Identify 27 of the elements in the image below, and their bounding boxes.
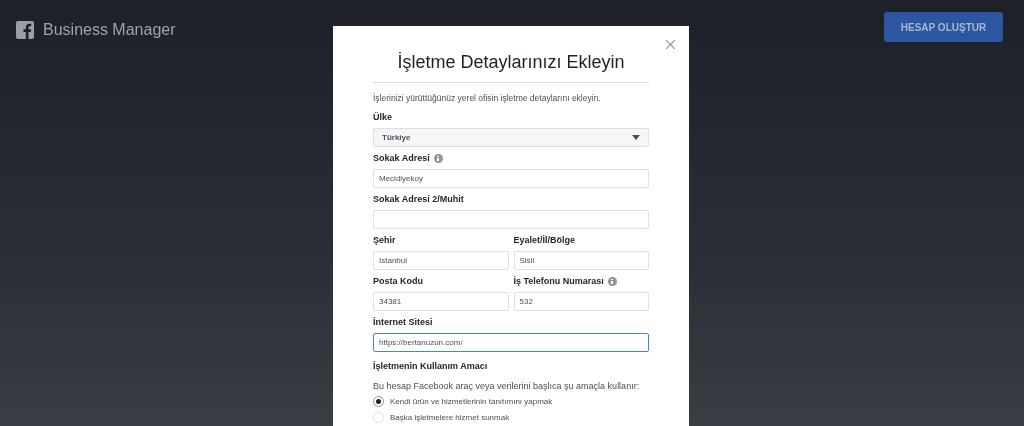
close-icon[interactable]: [666, 40, 675, 49]
country-select[interactable]: Türkiye: [373, 128, 649, 147]
input-field[interactable]: Istanbul: [373, 251, 509, 270]
field-label: İş Telefonu Numarası: [513, 274, 604, 288]
field-label: Eyalet/İl/Bölge: [513, 233, 576, 247]
input-field[interactable]: Sisli: [513, 251, 649, 270]
logo-icon: [16, 21, 34, 39]
input-field[interactable]: 532: [513, 292, 649, 311]
input-field[interactable]: Mecidiyekoy: [373, 169, 649, 188]
modal-title: İşletme Detaylarınızı Ekleyin: [396, 51, 626, 74]
input-field[interactable]: 34381: [373, 292, 509, 311]
field-label: Ülke: [373, 110, 392, 124]
field-label: Şehir: [373, 233, 396, 247]
section-title: İşletmenin Kullanım Amacı: [373, 360, 489, 373]
field-label: Sokak Adresi: [373, 151, 430, 165]
field-label: Sokak Adresi 2/Muhit: [373, 192, 464, 206]
question-text: Bu hesap Facebook araç veya verilerini başlıca şu amaçla kullanır:: [373, 379, 641, 392]
field-label: Posta Kodu: [373, 274, 423, 288]
brand-title: Business Manager: [43, 20, 176, 40]
input-field[interactable]: https://bertanuzun.com/: [373, 333, 649, 352]
radio-button[interactable]: [373, 395, 384, 407]
intro-text: İşlerinizi yürüttüğünüz yerel ofisin işletme detaylarını ekleyin.: [373, 92, 602, 104]
radio-label: Başka işletmelere hizmet sunmak: [390, 411, 510, 423]
input-field[interactable]: [373, 210, 649, 229]
field-label: İnternet Sitesi: [373, 315, 433, 329]
caret-icon: [632, 135, 640, 140]
radio-label: Kendi ürün ve hizmetlerinin tanıtımını yapmak: [390, 395, 553, 407]
